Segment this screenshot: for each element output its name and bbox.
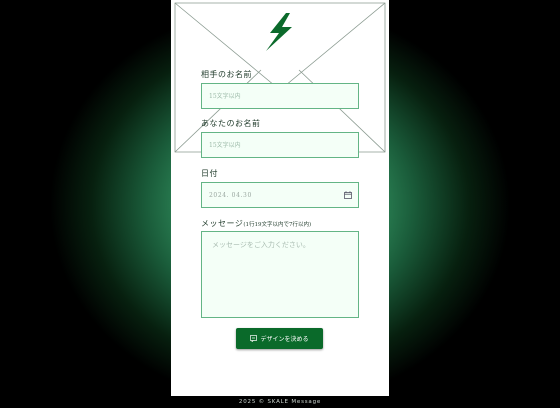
recipient-name-label: 相手のお名前 (201, 70, 252, 79)
edit-icon (250, 335, 258, 342)
footer-copyright: 2025 © SKALE Message (0, 396, 560, 408)
sender-name-label: あなたのお名前 (201, 119, 261, 128)
date-input[interactable]: 2024. 04.30 (201, 182, 359, 208)
message-note: (1行19文字以内で7行以内) (243, 222, 312, 228)
lightning-bolt-icon (266, 13, 292, 51)
decide-design-label: デザインを決める (260, 336, 309, 343)
sender-name-input[interactable]: 15文字以内 (201, 132, 359, 158)
message-label: メッセージ(1行19文字以内で7行以内) (201, 218, 311, 229)
message-card: 相手のお名前 15文字以内 あなたのお名前 15文字以内 日付 2024. 04… (171, 0, 389, 396)
date-label: 日付 (201, 169, 218, 178)
date-value: 2024. 04.30 (209, 192, 252, 199)
recipient-name-input[interactable]: 15文字以内 (201, 83, 359, 109)
calendar-icon[interactable] (344, 191, 352, 199)
decide-design-button[interactable]: デザインを決める (236, 328, 323, 349)
message-label-text: メッセージ (201, 219, 244, 228)
message-textarea[interactable]: メッセージをご入力ください。 (201, 231, 359, 318)
